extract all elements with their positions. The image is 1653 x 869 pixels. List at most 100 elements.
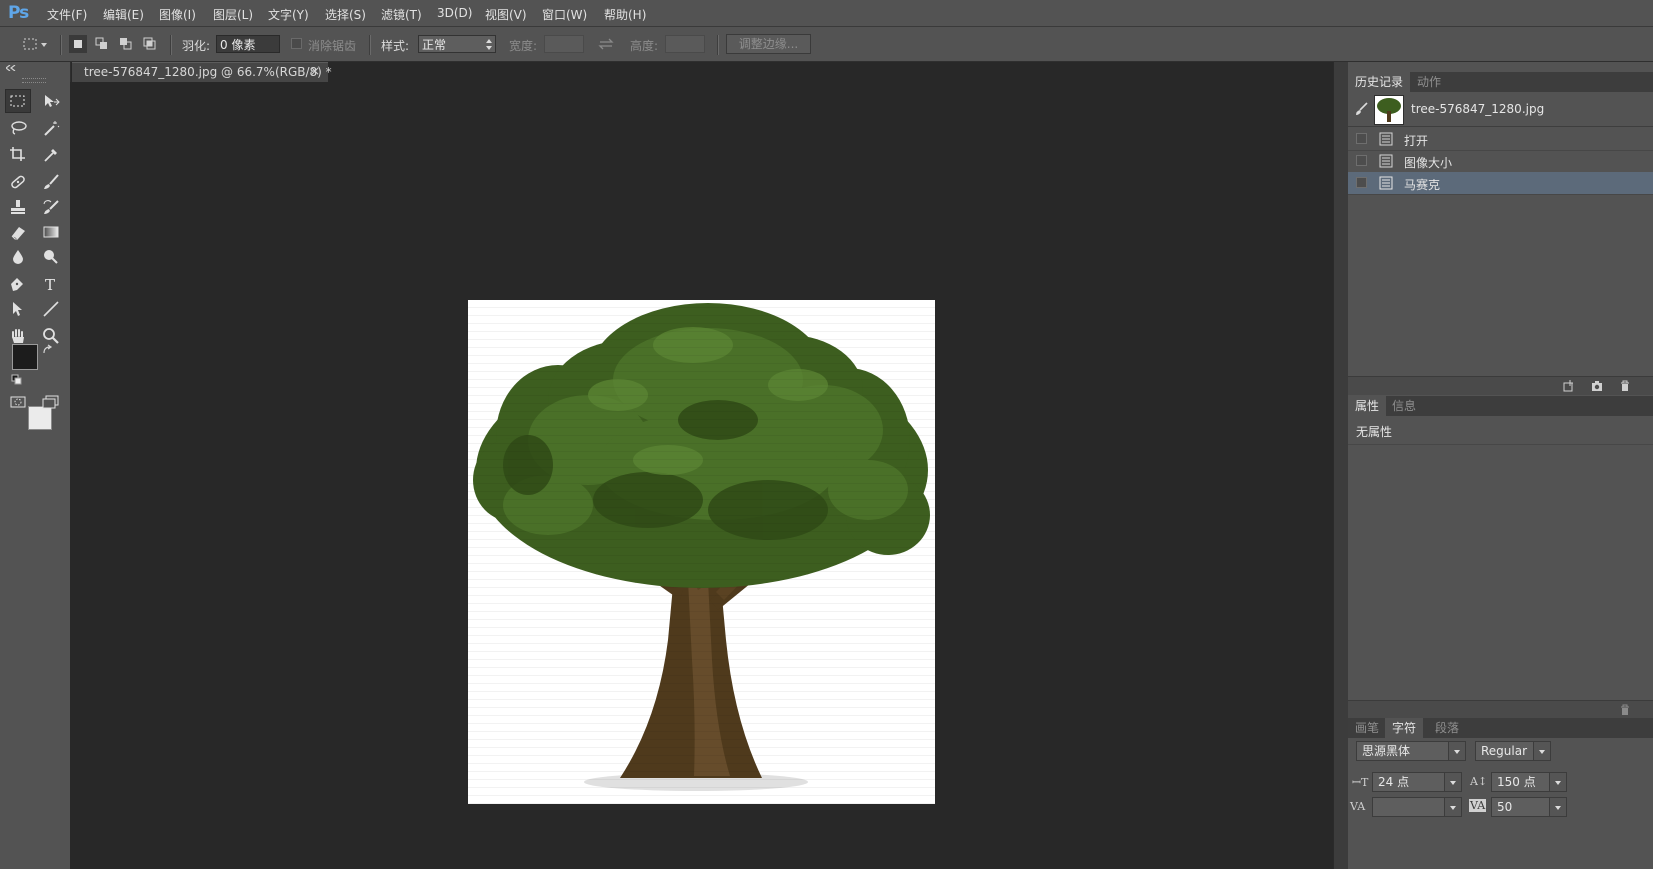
history-step-label: 打开 [1404, 134, 1429, 148]
history-step-checkbox[interactable] [1356, 177, 1367, 188]
menu-image[interactable]: 图像(I) [159, 6, 196, 23]
rect-marquee-tool[interactable] [5, 89, 31, 113]
eyedropper-tool[interactable] [38, 142, 64, 166]
line-tool[interactable] [38, 297, 64, 321]
menu-type[interactable]: 文字(Y) [268, 6, 309, 23]
blur-tool[interactable] [5, 245, 31, 269]
tab-info[interactable]: 信息 [1385, 396, 1423, 416]
style-label: 样式: [381, 39, 410, 53]
history-step-checkbox[interactable] [1356, 133, 1367, 144]
menu-select[interactable]: 选择(S) [325, 6, 366, 23]
move-tool[interactable] [38, 89, 64, 113]
tools-panel: T [0, 62, 71, 869]
intersect-selection-button[interactable] [141, 35, 159, 53]
history-brush-source-icon[interactable] [1355, 102, 1369, 116]
path-selection-tool[interactable] [5, 297, 31, 321]
menu-filter[interactable]: 滤镜(T) [381, 6, 422, 23]
history-snapshot-row[interactable]: tree-576847_1280.jpg [1348, 92, 1653, 127]
crop-tool[interactable] [5, 142, 31, 166]
history-step-checkbox[interactable] [1356, 155, 1367, 166]
feather-input[interactable]: 0 像素 [216, 35, 280, 53]
tab-character[interactable]: 字符 [1385, 718, 1424, 738]
style-select[interactable]: 正常 [418, 35, 496, 53]
panel-divider-scroll[interactable] [1333, 62, 1348, 869]
trash-icon[interactable] [1619, 380, 1631, 392]
history-panel-footer [1348, 376, 1653, 395]
font-size-field[interactable]: 24 点 [1372, 772, 1462, 792]
rect-marquee-icon [10, 95, 25, 107]
document-tab[interactable]: tree-576847_1280.jpg @ 66.7%(RGB/8) * × [72, 62, 332, 82]
menu-view[interactable]: 视图(V) [485, 6, 527, 23]
toolbar-grip[interactable] [22, 78, 46, 83]
brush-tool[interactable] [38, 170, 64, 194]
height-input[interactable] [665, 35, 705, 53]
feather-label: 羽化: [182, 39, 211, 53]
tool-preset-picker[interactable] [22, 35, 50, 53]
default-colors-icon[interactable] [11, 374, 23, 386]
tab-paragraph[interactable]: 段落 [1428, 718, 1466, 738]
swap-colors-icon[interactable] [42, 344, 54, 356]
dodge-icon [44, 250, 58, 264]
menu-edit[interactable]: 编辑(E) [103, 6, 144, 23]
font-family-select[interactable]: 思源黑体 [1356, 741, 1466, 761]
new-document-from-state-icon[interactable] [1563, 380, 1575, 392]
tab-history[interactable]: 历史记录 [1348, 72, 1411, 92]
collapse-arrows-icon[interactable] [6, 65, 16, 71]
type-tool[interactable]: T [38, 272, 64, 296]
menu-window[interactable]: 窗口(W) [542, 6, 587, 23]
camera-icon[interactable] [1591, 380, 1603, 392]
svg-text:T: T [45, 276, 55, 292]
kerning-field[interactable] [1372, 797, 1462, 817]
menu-file[interactable]: 文件(F) [47, 6, 87, 23]
pen-tool[interactable] [5, 272, 31, 296]
history-brush-tool[interactable] [38, 195, 64, 219]
refine-edge-button[interactable]: 调整边缘... [726, 34, 811, 54]
trash-icon[interactable] [1619, 704, 1631, 716]
magic-wand-tool[interactable] [38, 116, 64, 140]
font-style-select[interactable]: Regular [1475, 741, 1551, 761]
add-selection-button[interactable] [93, 35, 111, 53]
history-step-mosaic[interactable]: 马赛克 [1348, 172, 1653, 195]
tracking-field[interactable]: 50 [1491, 797, 1567, 817]
menu-layer[interactable]: 图层(L) [213, 6, 253, 23]
swap-dimensions-icon[interactable] [598, 38, 614, 50]
dodge-tool[interactable] [38, 245, 64, 269]
brush-icon [44, 174, 59, 189]
stamp-icon [11, 200, 25, 214]
line-icon [43, 301, 59, 317]
kerning-icon: VA [1350, 800, 1366, 813]
clone-stamp-tool[interactable] [5, 195, 31, 219]
width-input[interactable] [544, 35, 584, 53]
antialias-checkbox[interactable] [291, 38, 302, 49]
close-tab-icon[interactable]: × [310, 64, 320, 78]
subtract-selection-button[interactable] [117, 35, 135, 53]
lasso-tool[interactable] [5, 116, 31, 140]
right-panels: 历史记录 动作 tree-576847_1280.jpg 打开 图像大小 马赛克… [1348, 62, 1653, 869]
move-icon [45, 95, 60, 107]
quick-mask-button[interactable] [5, 390, 31, 414]
history-step-image-size[interactable]: 图像大小 [1348, 150, 1653, 173]
gradient-tool[interactable] [38, 220, 64, 244]
menu-help[interactable]: 帮助(H) [604, 6, 646, 23]
healing-brush-tool[interactable] [5, 170, 31, 194]
new-selection-button[interactable] [69, 35, 87, 53]
magic-wand-icon [44, 121, 60, 136]
no-properties-text: 无属性 [1356, 425, 1393, 439]
bandage-icon [11, 175, 25, 189]
document-canvas[interactable] [468, 300, 935, 804]
tab-brush[interactable]: 画笔 [1348, 718, 1386, 738]
tab-properties[interactable]: 属性 [1348, 396, 1387, 416]
font-style-value: Regular [1481, 744, 1528, 758]
tab-actions[interactable]: 动作 [1410, 72, 1448, 92]
options-bar: 羽化: 0 像素 消除锯齿 样式: 正常 宽度: 高度: 调整边缘... [0, 27, 1653, 62]
lasso-icon [11, 121, 27, 135]
menu-3d[interactable]: 3D(D) [437, 6, 472, 20]
eyedropper-icon [44, 149, 57, 162]
magnifier-icon [43, 328, 59, 344]
screen-mode-button[interactable] [38, 390, 64, 414]
history-step-open[interactable]: 打开 [1348, 128, 1653, 151]
foreground-color-swatch[interactable] [12, 344, 38, 370]
leading-field[interactable]: 150 点 [1491, 772, 1567, 792]
drop-icon [13, 250, 23, 264]
eraser-tool[interactable] [5, 220, 31, 244]
